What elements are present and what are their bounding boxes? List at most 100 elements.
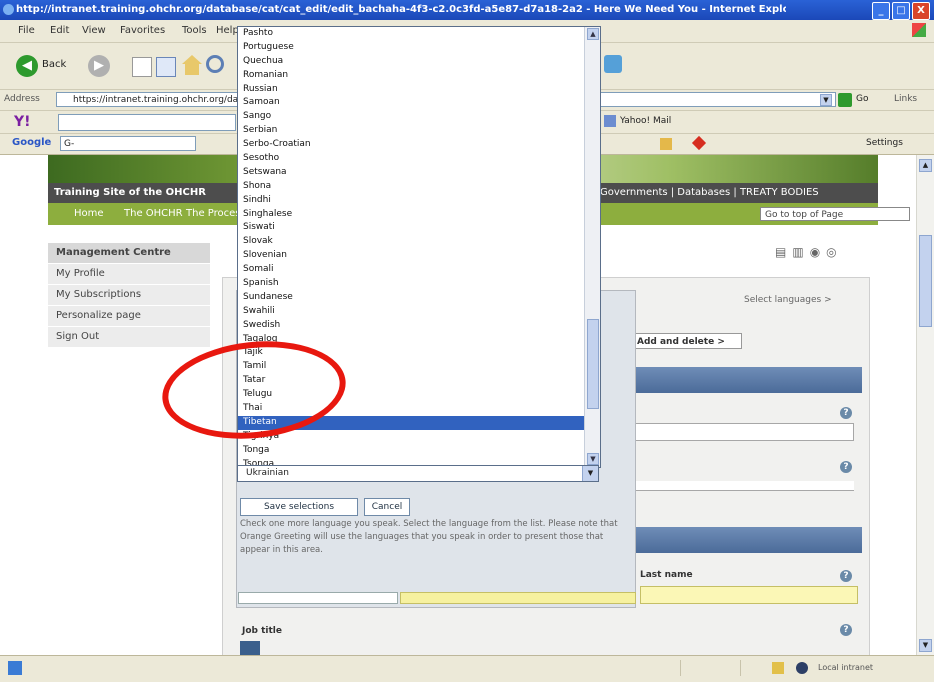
forward-arrow-icon[interactable]: ▶	[88, 55, 110, 77]
last-name-field[interactable]	[640, 586, 858, 604]
language-option[interactable]: Shona	[238, 180, 584, 194]
left-nav-item-signout[interactable]: Sign Out	[48, 327, 210, 348]
ie-icon	[3, 4, 14, 15]
page-tools: ▤▥◉◎	[775, 245, 875, 261]
menu-edit[interactable]: Edit	[50, 25, 69, 36]
language-option[interactable]: Slovak	[238, 235, 584, 249]
language-option[interactable]: Serbian	[238, 124, 584, 138]
home-icon[interactable]	[182, 55, 202, 75]
nav-home[interactable]: Home	[74, 203, 104, 225]
go-label[interactable]: Go	[856, 94, 868, 104]
language-option[interactable]: Swahili	[238, 305, 584, 319]
first-name-field[interactable]	[238, 592, 398, 604]
dropdown-scroll-thumb[interactable]	[587, 319, 599, 409]
google-logo[interactable]: Google	[12, 137, 51, 148]
search-icon[interactable]	[206, 55, 224, 73]
language-option[interactable]: Swedish	[238, 319, 584, 333]
menu-favorites[interactable]: Favorites	[120, 25, 165, 36]
language-option[interactable]: Siswati	[238, 221, 584, 235]
menu-view[interactable]: View	[82, 25, 106, 36]
share-icon[interactable]: ◉	[810, 245, 826, 259]
left-navigation: Management Centre My Profile My Subscrip…	[48, 243, 210, 348]
windows-logo-icon	[912, 23, 926, 37]
language-option[interactable]: Tonga	[238, 444, 584, 458]
dropdown-scroll-up-icon[interactable]: ▲	[587, 28, 599, 40]
back-arrow-icon[interactable]: ◀	[16, 55, 38, 77]
google-search-input[interactable]: G-	[60, 136, 196, 151]
language-select[interactable]: Ukrainian ▼	[237, 465, 599, 482]
add-delete-button[interactable]: Add and delete >	[630, 333, 742, 349]
left-nav-item-personalize[interactable]: Personalize page	[48, 306, 210, 327]
close-button[interactable]: X	[912, 2, 930, 20]
back-label[interactable]: Back	[42, 59, 66, 70]
scrollbar-thumb[interactable]	[919, 235, 932, 327]
minimize-button[interactable]: _	[872, 2, 890, 20]
dropdown-scroll-down-icon[interactable]: ▼	[587, 453, 599, 465]
site-nav-select[interactable]: Go to top of Page	[760, 207, 910, 221]
language-option[interactable]: Sindhi	[238, 194, 584, 208]
site-title: Training Site of the OHCHR	[54, 187, 206, 198]
window-title: http://intranet.training.ohchr.org/datab…	[16, 4, 786, 15]
form-divider	[600, 481, 854, 491]
language-option[interactable]: Pashto	[238, 27, 584, 41]
language-option[interactable]: Sesotho	[238, 152, 584, 166]
help-circle-icon[interactable]: ?	[840, 570, 852, 582]
language-option[interactable]: Quechua	[238, 55, 584, 69]
dropdown-scrollbar[interactable]: ▲ ▼	[584, 27, 600, 467]
site-breadcrumb[interactable]: Governments | Databases | TREATY BODIES	[600, 183, 819, 203]
language-option[interactable]: Sundanese	[238, 291, 584, 305]
page-scrollbar[interactable]: ▲ ▼	[916, 155, 934, 655]
yahoo-logo[interactable]: Y!	[14, 114, 31, 130]
language-option[interactable]: Singhalese	[238, 208, 584, 222]
window-title-bar: http://intranet.training.ohchr.org/datab…	[0, 0, 934, 20]
status-cell	[740, 660, 741, 676]
maximize-button[interactable]: □	[892, 2, 910, 20]
page-icon	[8, 661, 22, 675]
google-settings-link[interactable]: Settings	[866, 138, 903, 148]
language-option[interactable]: Tigrinya	[238, 430, 584, 444]
menu-help[interactable]: Help	[216, 25, 239, 36]
help-circle-icon[interactable]: ?	[840, 407, 852, 419]
save-selections-button[interactable]: Save selections	[240, 498, 358, 516]
address-dropdown-arrow-icon[interactable]: ▼	[820, 94, 832, 106]
scroll-up-arrow-icon[interactable]: ▲	[919, 159, 932, 172]
select-languages-link[interactable]: Select languages >	[744, 295, 832, 305]
yahoo-search-input[interactable]	[58, 114, 236, 131]
language-option[interactable]: Sango	[238, 110, 584, 124]
menu-tools[interactable]: Tools	[182, 25, 207, 36]
form-field[interactable]	[600, 423, 854, 441]
language-option[interactable]: Slovenian	[238, 249, 584, 263]
help-circle-icon[interactable]: ?	[840, 461, 852, 473]
language-option[interactable]: Spanish	[238, 277, 584, 291]
help-circle-icon[interactable]: ?	[840, 624, 852, 636]
bookmark-icon[interactable]	[660, 138, 672, 150]
refresh-icon[interactable]	[156, 57, 176, 77]
job-title-button[interactable]	[240, 641, 260, 655]
links-label[interactable]: Links	[894, 94, 917, 104]
language-option[interactable]: Setswana	[238, 166, 584, 180]
go-arrow-icon[interactable]	[838, 93, 852, 107]
menu-file[interactable]: File	[18, 25, 35, 36]
language-option[interactable]: Somali	[238, 263, 584, 277]
stop-icon[interactable]	[132, 57, 152, 77]
language-option[interactable]: Portuguese	[238, 41, 584, 55]
help-icon[interactable]: ◎	[826, 245, 842, 259]
language-option[interactable]: Romanian	[238, 69, 584, 83]
print-icon[interactable]: ▤	[775, 245, 792, 259]
zone-label: Local intranet	[818, 663, 874, 672]
status-bar: Local intranet	[0, 655, 934, 682]
left-nav-item-subscriptions[interactable]: My Subscriptions	[48, 285, 210, 306]
nav-ohchr[interactable]: The OHCHR	[124, 203, 183, 225]
yahoo-mail-link[interactable]: Yahoo! Mail	[620, 116, 671, 126]
language-option[interactable]: Samoan	[238, 96, 584, 110]
language-option[interactable]: Russian	[238, 83, 584, 97]
language-option[interactable]: Serbo-Croatian	[238, 138, 584, 152]
left-nav-item-profile[interactable]: My Profile	[48, 264, 210, 285]
select-arrow-icon[interactable]: ▼	[582, 466, 598, 481]
email-icon[interactable]: ▥	[792, 245, 809, 259]
left-nav-header: Management Centre	[48, 243, 210, 264]
middle-name-field[interactable]	[400, 592, 636, 604]
messenger-icon[interactable]	[604, 55, 622, 73]
cancel-button[interactable]: Cancel	[364, 498, 410, 516]
scroll-down-arrow-icon[interactable]: ▼	[919, 639, 932, 652]
